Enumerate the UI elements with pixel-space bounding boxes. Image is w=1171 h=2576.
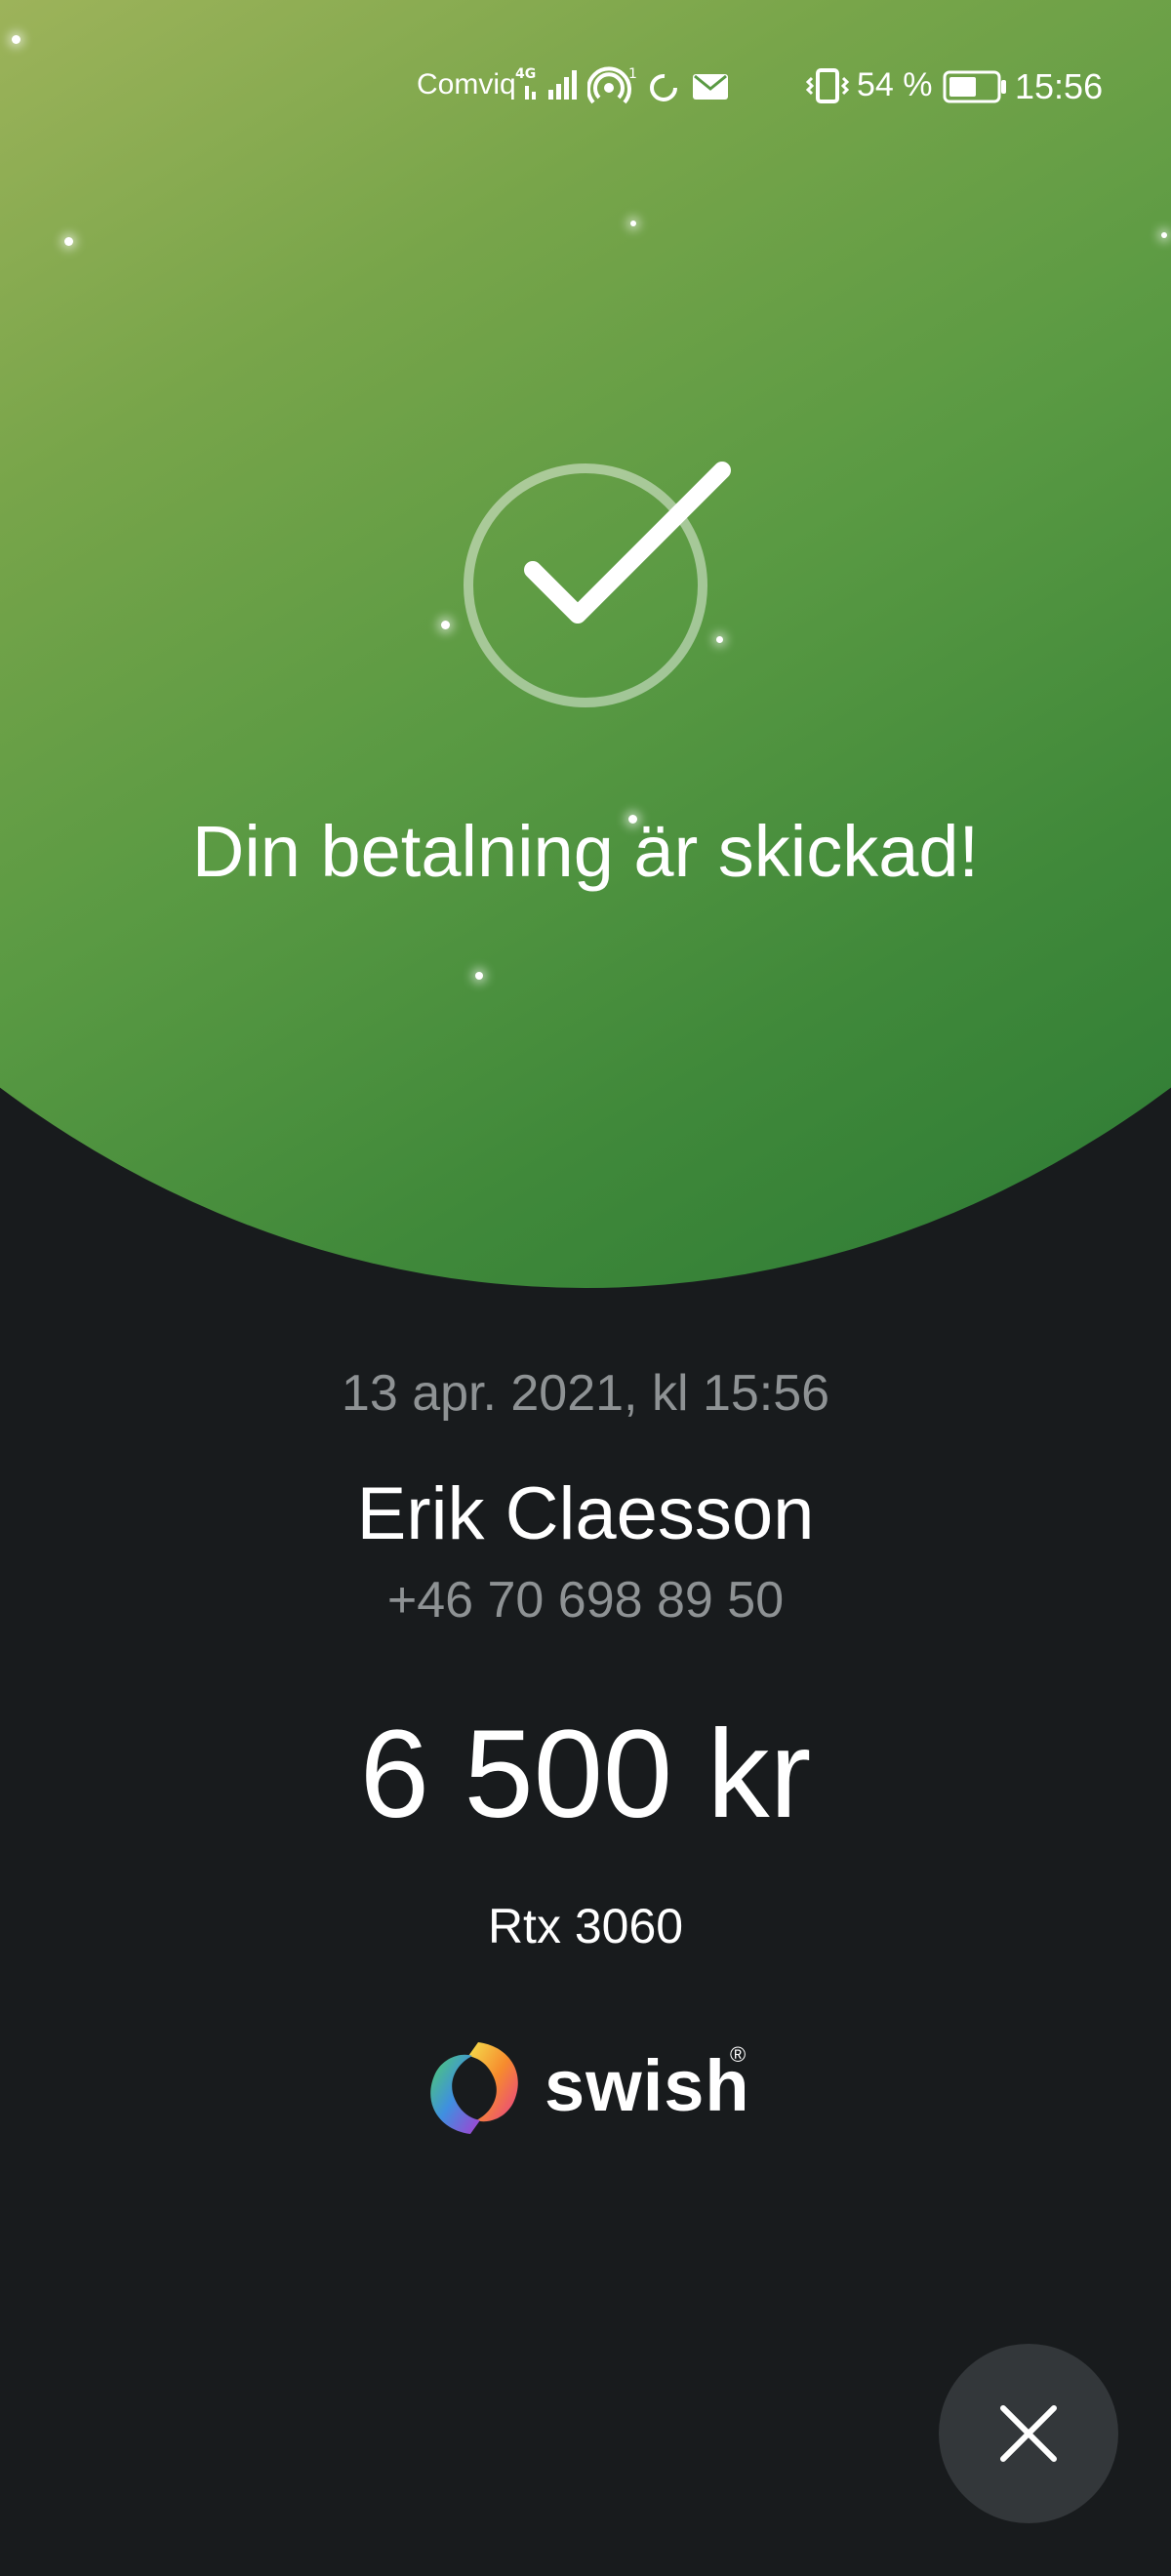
- swish-logo: swish ®: [420, 2034, 771, 2142]
- carrier-label: Comviq: [417, 68, 516, 101]
- svg-text:4G: 4G: [515, 66, 536, 82]
- recipient-name: Erik Claesson: [356, 1472, 815, 1555]
- swish-wordmark: swish: [545, 2045, 750, 2126]
- signal-icon: 4G: [515, 64, 580, 112]
- close-button[interactable]: [939, 2344, 1118, 2523]
- status-bar: Comviq 4G 1 54 % 15:56: [0, 59, 1171, 117]
- sparkle: [475, 972, 483, 980]
- sync-icon: [646, 64, 683, 112]
- payment-datetime: 13 apr. 2021, kl 15:56: [341, 1365, 830, 1422]
- sparkle: [12, 35, 20, 44]
- recipient-phone: +46 70 698 89 50: [386, 1572, 785, 1629]
- mail-icon: [691, 64, 730, 112]
- clock: 15:56: [1015, 66, 1104, 106]
- sparkle: [1161, 232, 1167, 238]
- close-icon: [1000, 2405, 1057, 2462]
- check-circle-icon: [459, 449, 732, 722]
- vibrate-icon: [804, 64, 851, 112]
- sparkle: [64, 237, 73, 246]
- payment-amount: 6 500 kr: [359, 1705, 812, 1844]
- svg-text:1: 1: [628, 66, 637, 82]
- battery-icon: [943, 64, 1007, 112]
- confirmation-headline: Din betalning är skickad!: [191, 811, 980, 892]
- sparkle: [441, 621, 450, 629]
- hotspot-icon: 1: [586, 64, 638, 112]
- sparkle: [630, 221, 636, 226]
- swish-mark-icon: [430, 2042, 518, 2134]
- payment-message: Rtx 3060: [487, 1899, 684, 1953]
- battery-percent: 54 %: [857, 66, 933, 103]
- registered-mark: ®: [730, 2042, 747, 2067]
